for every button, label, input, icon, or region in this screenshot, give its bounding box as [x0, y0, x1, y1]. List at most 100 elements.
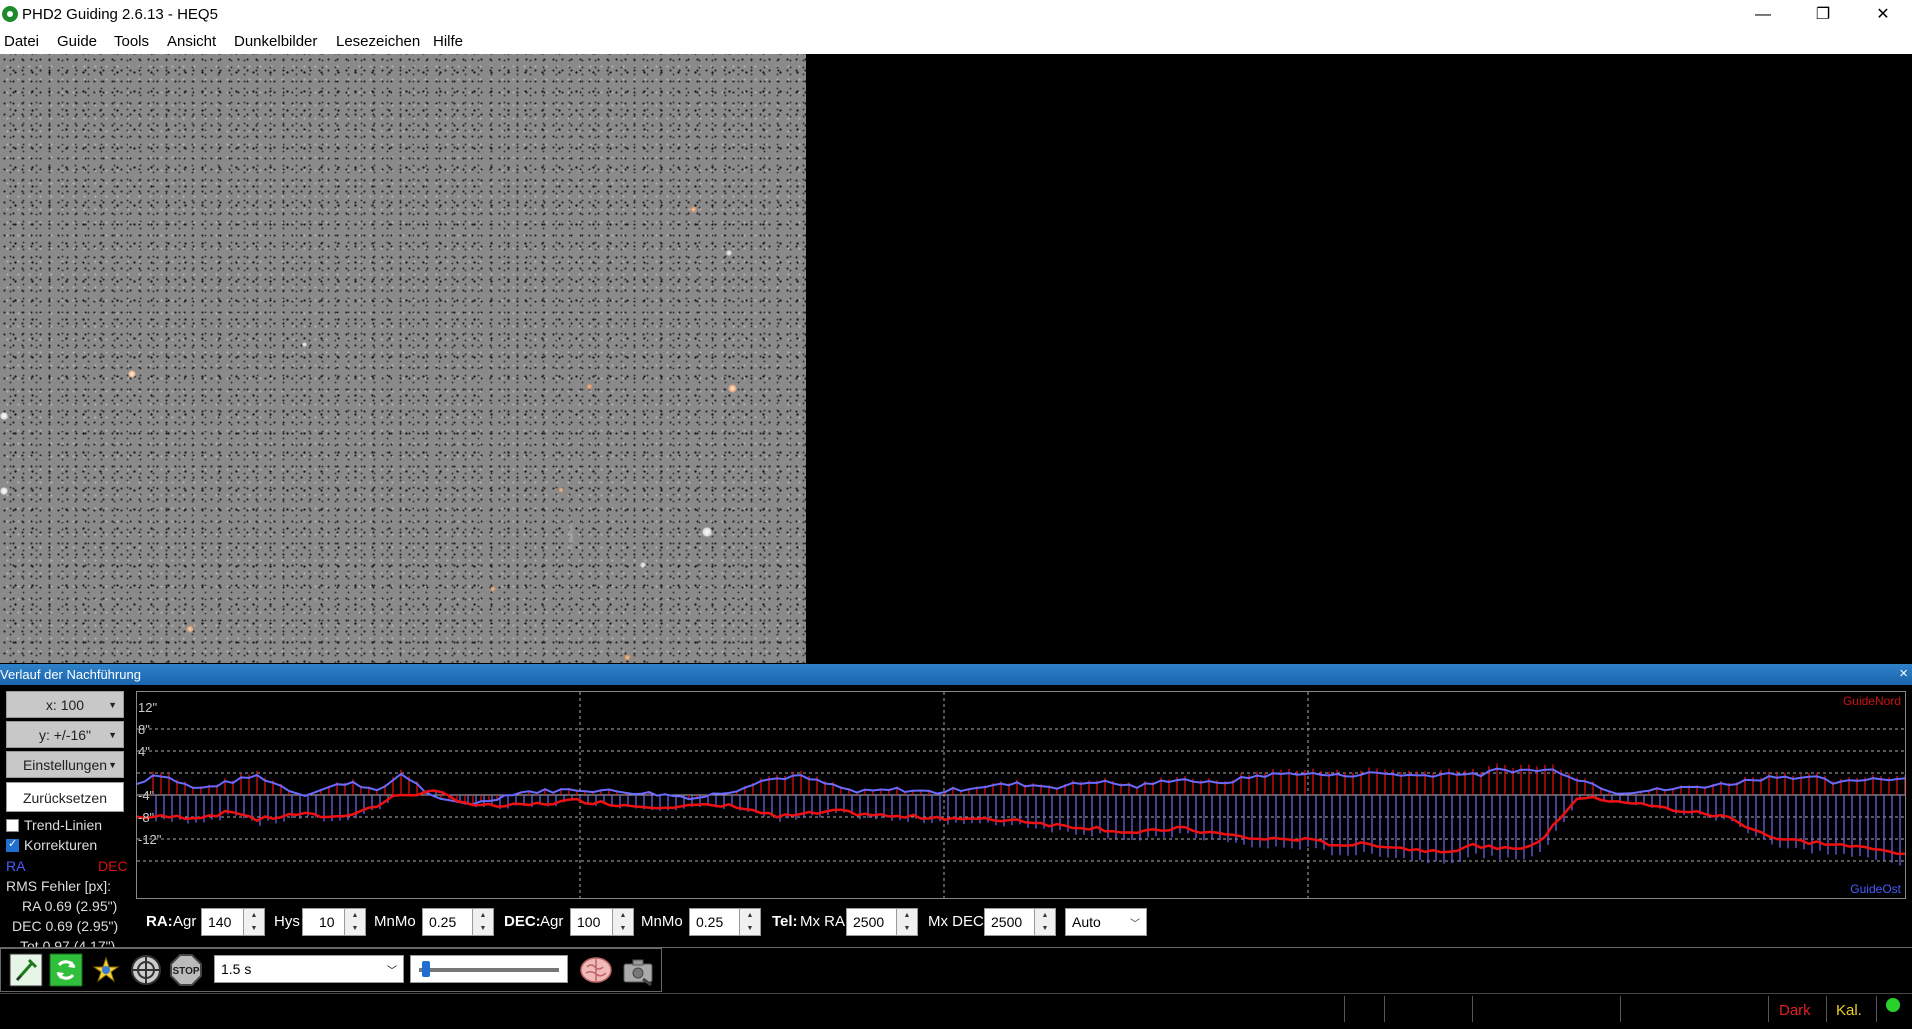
- dark-library-status: Dark: [1779, 1002, 1811, 1019]
- star: [128, 370, 136, 378]
- ra-param-label: RA:: [146, 913, 173, 930]
- y-scale-dropdown[interactable]: y: +/-16" ▼: [6, 721, 124, 748]
- star: [186, 625, 194, 633]
- dec-aggressiveness-spinner[interactable]: 100 ▲ ▼: [570, 908, 634, 936]
- dec-param-label: DEC:: [504, 913, 541, 930]
- camera-wrench-icon: [623, 959, 653, 987]
- trend-lines-label: Trend-Linien: [24, 817, 103, 833]
- brain-icon: [580, 957, 612, 983]
- close-button[interactable]: ✕: [1856, 0, 1910, 29]
- max-ra-duration-spinner[interactable]: 2500 ▲ ▼: [846, 908, 918, 936]
- menu-dunkelbilder[interactable]: Dunkelbilder: [234, 33, 317, 50]
- max-dec-label: Mx DEC: [928, 913, 984, 930]
- stop-button[interactable]: STOP: [169, 953, 203, 987]
- guide-history-title-bar: Verlauf der Nachführung ×: [0, 664, 1912, 685]
- spin-arrows-icon[interactable]: ▲ ▼: [344, 909, 365, 935]
- star: [490, 586, 496, 592]
- rms-title: RMS Fehler [px]:: [6, 878, 112, 894]
- auto-select-star-button[interactable]: [89, 953, 123, 987]
- reset-button[interactable]: Zurücksetzen: [6, 782, 124, 812]
- menu-tools[interactable]: Tools: [114, 33, 149, 50]
- maximize-button[interactable]: ❐: [1796, 0, 1850, 29]
- star: [726, 250, 732, 256]
- menu-datei[interactable]: Datei: [4, 33, 39, 50]
- ra-legend: RA: [6, 858, 26, 874]
- stop-sign-icon: STOP: [170, 954, 202, 986]
- tel-param-label: Tel:: [772, 913, 798, 930]
- settings-dropdown[interactable]: Einstellungen ▼: [6, 751, 124, 778]
- connect-equipment-button[interactable]: [9, 953, 43, 987]
- ra-mnmo-label: MnMo: [374, 913, 416, 930]
- spin-arrows-icon[interactable]: ▲ ▼: [896, 909, 917, 935]
- svg-text:STOP: STOP: [172, 966, 199, 977]
- correction-bars: [152, 763, 1905, 866]
- slider-thumb[interactable]: [421, 961, 430, 977]
- connection-indicator: [1886, 998, 1900, 1012]
- spin-arrows-icon[interactable]: ▲ ▼: [1034, 909, 1055, 935]
- menu-bar: Datei Guide Tools Ansicht Dunkelbilder L…: [0, 29, 1912, 54]
- star: [0, 412, 8, 420]
- menu-lesezeichen[interactable]: Lesezeichen: [336, 33, 420, 50]
- camera-settings-button[interactable]: [621, 953, 655, 987]
- spin-arrows-icon[interactable]: ▲ ▼: [472, 909, 493, 935]
- star: [0, 487, 8, 495]
- star: [690, 206, 697, 213]
- chevron-down-icon: ﹀: [387, 966, 397, 977]
- corrections-checkbox[interactable]: [6, 837, 19, 852]
- max-ra-label: Mx RA: [800, 913, 845, 930]
- guide-button[interactable]: [129, 953, 163, 987]
- ra-hysteresis-spinner[interactable]: 10 ▲ ▼: [302, 908, 366, 936]
- menu-guide[interactable]: Guide: [57, 33, 97, 50]
- x-scale-dropdown[interactable]: x: 100 ▼: [6, 691, 124, 718]
- guide-graph[interactable]: 12" 8" 4" -4" -8" -12" GuideNord GuideOs…: [136, 691, 1906, 899]
- trend-lines-checkbox[interactable]: [6, 819, 19, 832]
- star: [624, 654, 631, 661]
- y-tick-4: 4": [138, 744, 150, 759]
- rms-dec: DEC 0.69 (2.95"): [12, 918, 119, 934]
- dec-mnmo-label: MnMo: [641, 913, 683, 930]
- camera-frame-empty-area: [806, 54, 1912, 663]
- usb-plug-icon: [9, 953, 43, 987]
- guide-east-label: GuideOst: [1850, 882, 1901, 896]
- nebula-streak: [568, 516, 574, 556]
- star: [640, 562, 646, 568]
- menu-ansicht[interactable]: Ansicht: [167, 33, 216, 50]
- dec-min-move-spinner[interactable]: 0.25 ▲ ▼: [689, 908, 761, 936]
- dropdown-arrow-icon: ▼: [108, 730, 117, 740]
- dec-series-line: [137, 789, 1905, 856]
- status-divider: [1344, 996, 1345, 1022]
- status-divider: [1384, 996, 1385, 1022]
- y-tick-8: 8": [138, 722, 150, 737]
- y-tick-minus-4: -4": [138, 788, 155, 803]
- ra-min-move-spinner[interactable]: 0.25 ▲ ▼: [422, 908, 494, 936]
- corrections-label: Korrekturen: [24, 837, 98, 853]
- brain-advanced-settings-button[interactable]: [579, 953, 613, 987]
- close-icon[interactable]: ×: [1899, 665, 1908, 682]
- status-bar: Dark Kal.: [0, 993, 1912, 1029]
- ra-agr-label: Agr: [173, 913, 197, 930]
- status-divider: [1826, 996, 1827, 1022]
- loop-exposure-button[interactable]: [49, 953, 83, 987]
- exposure-duration-dropdown[interactable]: 1.5 s ﹀: [214, 955, 404, 983]
- spin-arrows-icon[interactable]: ▲ ▼: [612, 909, 633, 935]
- max-dec-duration-spinner[interactable]: 2500 ▲ ▼: [984, 908, 1056, 936]
- status-divider: [1876, 996, 1877, 1022]
- dec-legend: DEC: [98, 858, 128, 874]
- spin-arrows-icon[interactable]: ▲ ▼: [243, 909, 264, 935]
- status-divider: [1620, 996, 1621, 1022]
- dropdown-arrow-icon: ▼: [108, 700, 117, 710]
- camera-frame[interactable]: [0, 54, 806, 707]
- dec-guide-mode-dropdown[interactable]: Auto ﹀: [1065, 908, 1147, 936]
- guide-graph-svg: 12" 8" 4" -4" -8" -12" GuideNord GuideOs…: [137, 692, 1905, 898]
- rms-ra: RA 0.69 (2.95"): [22, 898, 118, 914]
- phd2-app-icon: [2, 6, 18, 22]
- menu-hilfe[interactable]: Hilfe: [433, 33, 463, 50]
- star: [302, 342, 307, 347]
- gamma-slider[interactable]: [410, 955, 568, 983]
- spin-arrows-icon[interactable]: ▲ ▼: [739, 909, 760, 935]
- star: [586, 383, 593, 390]
- ra-series-line: [137, 767, 1905, 806]
- minimize-button[interactable]: —: [1736, 0, 1790, 29]
- ra-aggressiveness-spinner[interactable]: 140 ▲ ▼: [201, 908, 265, 936]
- hys-label: Hys: [274, 913, 300, 930]
